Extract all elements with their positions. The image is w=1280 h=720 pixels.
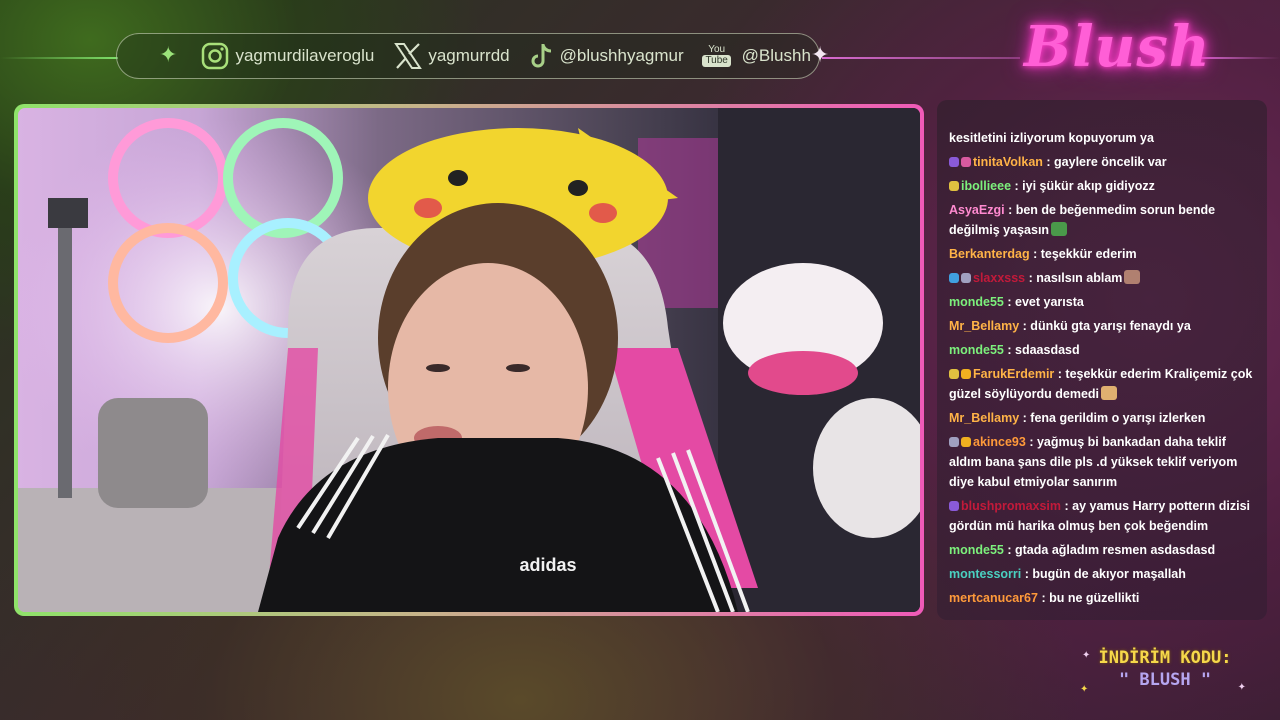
chat-message-text: : gtada ağladım resmen asdasdasd [1007,543,1216,557]
chat-message-text: : fena gerildim o yarışı izlerken [1022,411,1206,425]
promo-code-box: İNDİRİM KODU: " BLUSH " ✦ ✦ ✦ [1080,648,1250,708]
chat-message: monde55 : evet yarısta [949,292,1257,312]
chat-username[interactable]: mertcanucar67 [949,591,1038,605]
sparkle-icon: ✦ [1237,682,1246,693]
sparkle-icon: ✦ [1080,684,1089,695]
tiktok-handle: @blushhyagmur [559,46,684,65]
chat-username[interactable]: akince93 [973,435,1026,449]
user-badge-icon [961,369,971,379]
x-handle: yagmurrdd [428,46,510,65]
sparkle-icon: ✦ [159,43,178,68]
chat-message-list: kesitletini izliyorum kopuyorum ya tinita… [949,128,1257,612]
promo-label: İNDİRİM KODU: [1098,648,1232,668]
promo-code: " BLUSH " [1118,670,1212,690]
blush-logo: Blush [1024,14,1211,80]
user-badge-icon [949,273,959,283]
chat-message-text: : gaylere öncelik var [1046,155,1167,169]
chat-username[interactable]: ibollieee [961,179,1011,193]
user-badge-icon [949,437,959,447]
chat-message: kesitletini izliyorum kopuyorum ya [949,128,1257,148]
chat-message-text: : dünkü gta yarışı fenaydı ya [1022,319,1191,333]
chat-emote-icon [1101,386,1118,400]
instagram-icon [202,42,229,70]
chat-username[interactable]: FarukErdemir [973,367,1054,381]
user-badge-icon [949,501,959,511]
webcam-frame: adidas [14,104,924,616]
chat-message-text: kesitletini izliyorum kopuyorum ya [949,131,1154,145]
chat-message: akince93 : yağmuş bi bankadan daha tekli… [949,432,1257,492]
header-decor-line-right [822,57,1020,59]
chat-username[interactable]: Berkanterdag [949,247,1030,261]
webcam-feed: adidas [18,108,920,612]
chat-message: FarukErdemir : teşekkür ederim Kraliçemi… [949,364,1257,404]
youtube-handle: @Blushh [741,46,811,65]
chat-message: monde55 : sdaasdasd [949,340,1257,360]
tiktok-icon [531,44,551,68]
chat-message-text: : evet yarısta [1007,295,1084,309]
chat-username[interactable]: Mr_Bellamy [949,319,1019,333]
header-decor-line-far-right [1200,57,1280,59]
user-badge-icon [949,181,959,191]
chat-message-text: : bu ne güzellikti [1041,591,1140,605]
chat-message: tinitaVolkan : gaylere öncelik var [949,152,1257,172]
social-youtube[interactable]: You Tube @Blushh [702,45,811,67]
chat-emote-icon [1051,222,1068,236]
youtube-icon-top: You [708,44,726,55]
youtube-icon: You Tube [702,45,732,67]
chat-username[interactable]: slaxxsss [973,271,1025,285]
social-links-bar: ✦ yagmurdilaveroglu yagmurrdd @blushhyag… [116,33,829,79]
chat-message: mertcanucar67 : bu ne güzellikti [949,588,1257,608]
user-badge-icon [949,157,959,167]
chat-username[interactable]: Mr_Bellamy [949,411,1019,425]
chat-message: AsyaEzgi : ben de beğenmedim sorun bende… [949,200,1257,240]
chat-message: Mr_Bellamy : dünkü gta yarışı fenaydı ya [949,316,1257,336]
x-logo-icon [394,43,423,69]
chat-username[interactable]: monde55 [949,343,1004,357]
chat-message-text: : nasılsın ablam [1028,271,1123,285]
chat-username[interactable]: tinitaVolkan [973,155,1043,169]
chat-message: blushpromaxsim : ay yamus Harry potterın… [949,496,1257,536]
user-badge-icon [961,437,971,447]
user-badge-icon [961,157,971,167]
chat-username[interactable]: monde55 [949,295,1004,309]
chat-message: slaxxsss : nasılsın ablam [949,268,1257,288]
chat-username[interactable]: AsyaEzgi [949,203,1005,217]
chat-message: montessorri : bugün de akıyor maşallah [949,564,1257,584]
chat-panel: kesitletini izliyorum kopuyorum ya tinita… [937,100,1267,620]
chat-emote-icon [1124,270,1141,284]
svg-text:adidas: adidas [519,555,576,575]
chat-message-text: : iyi şükür akıp gidiyozz [1014,179,1155,193]
header-decor-line-left [0,57,118,59]
youtube-icon-bottom: Tube [702,55,731,67]
webcam-scene: adidas [18,108,920,612]
chat-message: Berkanterdag : teşekkür ederim [949,244,1257,264]
user-badge-icon [961,273,971,283]
chat-message-text: : bugün de akıyor maşallah [1024,567,1186,581]
instagram-handle: yagmurdilaveroglu [235,46,375,65]
chat-message: ibollieee : iyi şükür akıp gidiyozz [949,176,1257,196]
chat-username[interactable]: blushpromaxsim [961,499,1061,513]
chat-message-text: : sdaasdasd [1007,343,1080,357]
chat-message: monde55 : gtada ağladım resmen asdasdasd [949,540,1257,560]
sparkle-icon: ✦ [1082,650,1091,661]
social-x[interactable]: yagmurrdd [394,43,510,69]
chat-username[interactable]: montessorri [949,567,1021,581]
sparkle-icon: ✦ [810,43,830,68]
user-badge-icon [949,369,959,379]
chat-message: Mr_Bellamy : fena gerildim o yarışı izle… [949,408,1257,428]
social-tiktok[interactable]: @blushhyagmur [530,42,684,70]
chat-username[interactable]: monde55 [949,543,1004,557]
chat-message-text: : teşekkür ederim [1033,247,1137,261]
social-instagram[interactable]: yagmurdilaveroglu [201,42,374,70]
